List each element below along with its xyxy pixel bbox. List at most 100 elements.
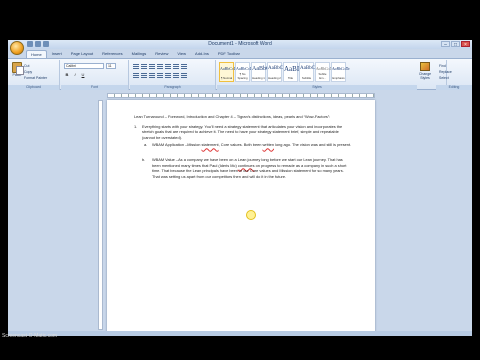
spelling-error[interactable]: statement (202, 142, 219, 147)
document-page[interactable]: Lean Turnaround – Foreword, Introduction… (107, 100, 375, 336)
style-emphasis[interactable]: AaBbCcDc Emphasis (331, 62, 350, 82)
paragraph-group-label: Paragraph (130, 85, 215, 90)
style-heading-1[interactable]: AaBbC Heading 1 (251, 62, 270, 82)
format-painter-button[interactable]: Format Painter (24, 75, 47, 81)
editing-group-label: Editing (436, 85, 472, 90)
bullets-icon[interactable] (133, 64, 139, 69)
recording-watermark: Screencast-O-Matic.com (2, 333, 58, 339)
change-styles-label: Change Styles (418, 72, 432, 80)
style-sample: AaBbC (252, 66, 270, 72)
clipboard-actions: Cut Copy Format Painter (24, 63, 47, 81)
align-left-icon[interactable] (133, 73, 139, 78)
increase-indent-icon[interactable] (165, 64, 171, 69)
status-bar (8, 331, 472, 336)
style-name: Subtitle (301, 76, 312, 80)
style-name: Title (287, 76, 294, 80)
list-subitem: b. WBAM Value –As a company we have been… (134, 157, 352, 179)
paragraph-row-1 (133, 64, 187, 69)
bold-button[interactable]: B (64, 72, 70, 78)
office-logo-icon[interactable] (10, 41, 24, 55)
tab-add-ins[interactable]: Add-Ins (191, 50, 213, 58)
vertical-ruler[interactable] (98, 100, 103, 330)
font-group: Calibri 11 B I U Font (61, 60, 129, 90)
style-sample: AaBI (284, 65, 300, 73)
line-spacing-icon[interactable] (165, 73, 171, 78)
clipboard-group: Paste Cut Copy Format Painter Clipboard (8, 60, 60, 90)
style-no-spacing[interactable]: AaBbCcDc ¶ No Spacing (235, 62, 254, 82)
clipboard-group-label: Clipboard (8, 85, 59, 90)
subitem-text-part: long ago. The vision was and still is pr… (274, 142, 352, 148)
style-name: Subtle Em... (318, 72, 327, 80)
minimize-button[interactable]: – (441, 41, 450, 48)
style-subtle-emphasis[interactable]: AaBbCcDc Subtle Em... (315, 62, 334, 82)
close-button[interactable]: × (461, 41, 470, 48)
tab-references[interactable]: References (98, 50, 126, 58)
tab-insert[interactable]: Insert (48, 50, 66, 58)
style-subtitle[interactable]: AaBbCc Subtitle (299, 62, 318, 82)
paragraph-group: Paragraph (130, 60, 216, 90)
list-letter: a. (144, 142, 148, 148)
font-group-label: Font (61, 85, 128, 90)
list-letter: b. (142, 156, 146, 162)
style-name: ¶ No Spacing (237, 72, 248, 80)
multilevel-list-icon[interactable] (149, 64, 155, 69)
title-bar: Document1 - Microsoft Word – □ × (8, 40, 472, 55)
tab-home[interactable]: Home (26, 50, 47, 58)
spelling-error[interactable]: written (263, 142, 274, 147)
show-marks-icon[interactable] (181, 64, 187, 69)
sort-icon[interactable] (173, 64, 179, 69)
subitem-text-part: , Core values. Both been (218, 142, 263, 148)
change-styles-icon (420, 62, 430, 71)
style-title[interactable]: AaBI Title (283, 62, 300, 82)
style-heading-2[interactable]: AaBbCc Heading 2 (267, 62, 285, 82)
tab-pdf-toolbar[interactable]: PDF Toolbar (214, 50, 244, 58)
italic-button[interactable]: I (72, 72, 78, 78)
style-name: ¶ Normal (220, 76, 233, 80)
style-sample: AaBbCcDc (332, 66, 350, 71)
borders-icon[interactable] (181, 73, 187, 78)
style-name: Heading 2 (268, 76, 281, 80)
style-sample: AaBbCc (300, 66, 318, 71)
paragraph-row-2 (133, 73, 187, 78)
underline-button[interactable]: U (80, 72, 86, 78)
list-item: 1. Everything starts with your strategy.… (134, 124, 352, 141)
mouse-cursor-highlight (246, 210, 256, 220)
style-normal[interactable]: AaBbCcDc ¶ Normal (219, 62, 239, 82)
select-button[interactable]: Select (439, 75, 452, 81)
editing-actions: Find Replace Select (439, 63, 452, 81)
decrease-indent-icon[interactable] (157, 64, 163, 69)
format-row: B I U (64, 72, 86, 78)
justify-icon[interactable] (157, 73, 163, 78)
window-controls: – □ × (441, 41, 470, 48)
ribbon-tabs: Home Insert Page Layout References Maili… (26, 50, 244, 58)
style-name: Emphasis (332, 76, 345, 80)
tab-review[interactable]: Review (151, 50, 172, 58)
subitem-text-part: WBAM Application –Mission (152, 142, 202, 148)
spelling-error[interactable]: continues (238, 163, 255, 168)
align-right-icon[interactable] (149, 73, 155, 78)
maximize-button[interactable]: □ (451, 41, 460, 48)
list-number: 1. (134, 123, 138, 129)
shading-icon[interactable] (173, 73, 179, 78)
style-name: Heading 1 (252, 76, 265, 80)
style-sample: AaBbCcDc (220, 66, 239, 71)
align-center-icon[interactable] (141, 73, 147, 78)
tab-page-layout[interactable]: Page Layout (67, 50, 97, 58)
editing-group: Find Replace Select Editing (436, 60, 472, 90)
paste-button[interactable]: Paste (11, 62, 24, 80)
document-body[interactable]: Lean Turnaround – Foreword, Introduction… (134, 114, 352, 179)
styles-group-label: Styles (217, 85, 417, 90)
document-title: Lean Turnaround – Foreword, Introduction… (134, 114, 331, 119)
tab-view[interactable]: View (173, 50, 190, 58)
tab-mailings[interactable]: Mailings (128, 50, 151, 58)
font-size-select[interactable]: 11 (106, 63, 116, 69)
horizontal-ruler[interactable] (107, 93, 375, 98)
list-subitem: a. WBAM Application –Mission statement, … (134, 142, 352, 148)
font-row: Calibri 11 (64, 63, 116, 69)
change-styles-button[interactable]: Change Styles (418, 62, 432, 80)
clipboard-icon (12, 62, 24, 75)
numbering-icon[interactable] (141, 64, 147, 69)
styles-group: AaBbCcDc ¶ Normal AaBbCcDc ¶ No Spacing … (217, 60, 447, 90)
ribbon: Paste Cut Copy Format Painter Clipboard … (8, 58, 472, 90)
font-name-select[interactable]: Calibri (64, 63, 104, 69)
